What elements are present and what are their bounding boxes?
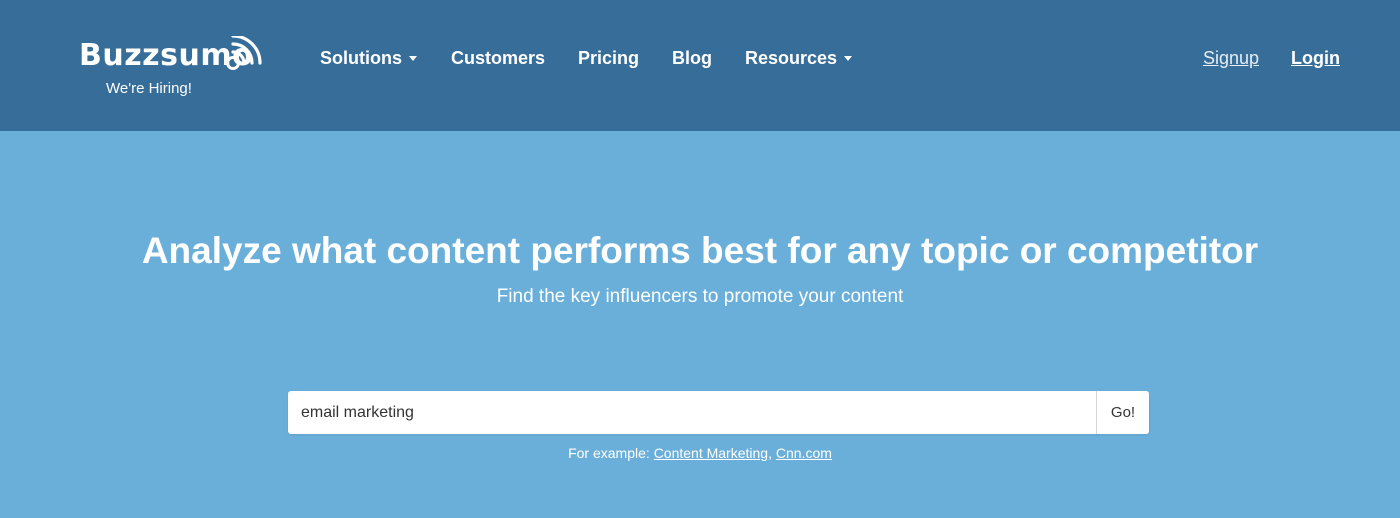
- hero-subtitle: Find the key influencers to promote your…: [496, 286, 904, 307]
- example-link-cnn[interactable]: Cnn.com: [776, 445, 832, 461]
- nav-blog-label: Blog: [672, 48, 712, 68]
- caret-down-icon: [844, 55, 853, 61]
- nav-resources[interactable]: Resources: [745, 46, 853, 70]
- example-link-content-marketing[interactable]: Content Marketing: [654, 445, 768, 461]
- nav-customers[interactable]: Customers: [451, 46, 545, 70]
- hiring-link[interactable]: We're Hiring!: [106, 80, 192, 97]
- search-input[interactable]: [288, 391, 1096, 434]
- nav-customers-label: Customers: [451, 48, 546, 68]
- buzzsumo-logo[interactable]: Buzzsumo We're Hiring!: [79, 34, 264, 104]
- login-link[interactable]: Login: [1291, 46, 1340, 70]
- nav-solutions-label: Solutions: [320, 48, 402, 68]
- search-bar: Go!: [288, 391, 1149, 434]
- examples-prefix: For example:: [568, 445, 654, 461]
- hero-title: Analyze what content performs best for a…: [141, 230, 1259, 271]
- search-examples: For example: Content Marketing, Cnn.com: [0, 444, 1400, 462]
- go-button[interactable]: Go!: [1096, 391, 1149, 434]
- site-header: Buzzsumo We're Hiring! Solutions Custome…: [0, 0, 1400, 131]
- examples-separator: ,: [768, 445, 776, 461]
- nav-pricing-label: Pricing: [578, 48, 640, 68]
- nav-pricing[interactable]: Pricing: [578, 46, 639, 70]
- signal-icon: [226, 36, 262, 70]
- nav-resources-label: Resources: [745, 48, 838, 68]
- nav-blog[interactable]: Blog: [672, 46, 712, 70]
- signup-link[interactable]: Signup: [1203, 46, 1259, 70]
- caret-down-icon: [409, 55, 417, 61]
- nav-solutions[interactable]: Solutions: [320, 46, 417, 70]
